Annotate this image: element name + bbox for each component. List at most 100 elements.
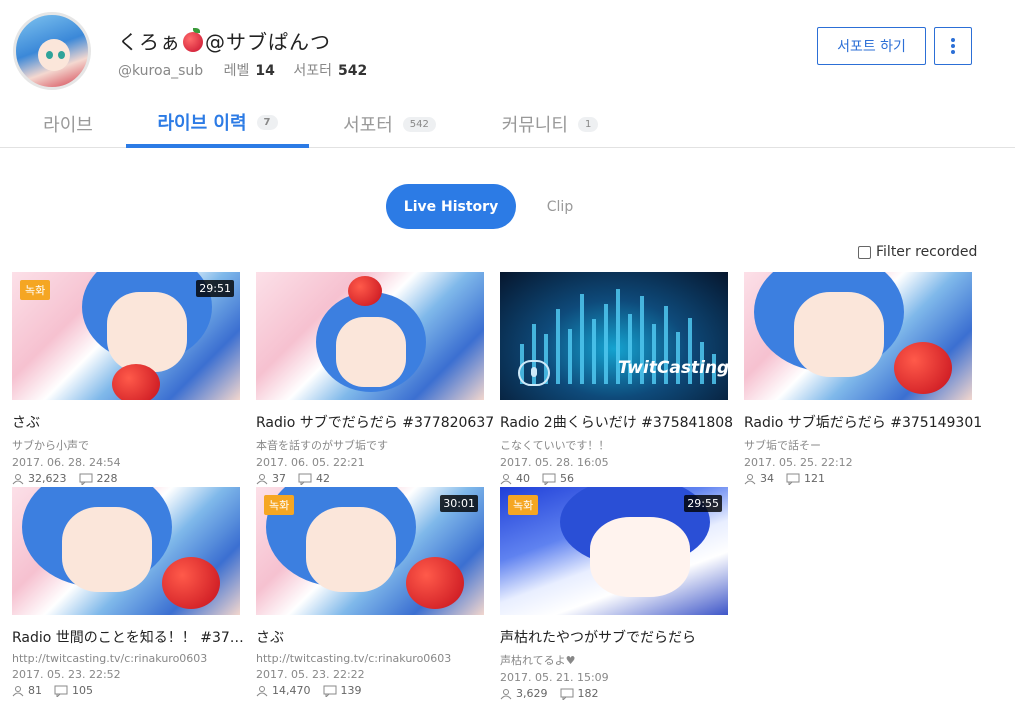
subtab-clip[interactable]: Clip [526,184,594,229]
video-date: 2017. 05. 21. 15:09 [500,671,609,684]
viewer-icon [256,685,268,696]
recorded-badge: 녹화 [508,495,539,515]
comment-count: 182 [577,687,599,700]
comment-icon [298,473,312,485]
profile-handle: @kuroa_sub [118,63,204,79]
video-description: サブ垢で話そー [744,439,821,452]
comment-count: 139 [340,684,362,697]
view-count: 3,629 [516,687,548,700]
tab-live-history-count: 7 [256,114,278,130]
tab-community-count: 1 [577,116,599,132]
video-title[interactable]: Radio 世間のことを知る！！ #374... [12,627,252,647]
tab-supporters-label: 서포터 [343,115,393,136]
supporter-label: 서포터 [293,63,332,79]
video-date: 2017. 06. 28. 24:54 [12,456,121,469]
video-thumbnail[interactable] [744,272,972,400]
tab-community-label: 커뮤니티 [501,115,568,136]
more-options-button[interactable] [934,27,972,65]
video-thumbnail[interactable]: 녹화 30:01 [256,487,484,615]
view-count: 81 [28,684,42,697]
video-title[interactable]: Radio サブでだらだら #377820637 [256,412,496,432]
view-count: 37 [272,472,286,485]
tab-supporters[interactable]: 서포터 542 [327,100,452,148]
video-thumbnail[interactable]: TwitCasting [500,272,728,400]
profile-name: くろぁ @サブぱんつ [118,26,331,55]
comment-count: 105 [72,684,93,697]
tab-supporters-count: 542 [402,116,436,132]
video-description: http://twitcasting.tv/c:rinakuro0603 [12,652,208,665]
profile-avatar[interactable] [13,12,91,90]
video-description: 声枯れてるよ♥ [500,654,576,667]
video-title[interactable]: さぶ [256,627,496,647]
duration-badge: 29:55 [684,495,722,512]
supporter-count: 542 [338,63,368,79]
tab-live-history[interactable]: 라이브 이력 7 [126,100,309,148]
tab-live-history-label: 라이브 이력 [157,113,247,134]
recorded-badge: 녹화 [264,495,295,515]
video-thumbnail[interactable]: 녹화 29:51 [12,272,240,400]
profile-header: くろぁ @サブぱんつ @kuroa_sub 레벨 14 서포터 542 서포트 하기 [0,0,1015,100]
video-card[interactable]: Radio 世間のことを知る！！ #374... http://twitcast… [12,487,252,697]
video-card[interactable]: 녹화 29:55 声枯れたやつがサブでだらだら 声枯れてるよ♥ 2017. 05… [500,487,728,700]
filter-recorded-label: Filter recorded [876,244,978,260]
filter-recorded-checkbox[interactable] [858,245,871,259]
comment-icon [79,473,92,485]
video-card[interactable]: TwitCasting Radio 2曲くらいだけ #375841808 こなく… [500,272,733,485]
comment-icon [542,473,556,485]
video-title[interactable]: さぶ [12,412,252,432]
view-count: 14,470 [272,684,311,697]
view-count: 32,623 [28,472,67,485]
video-card[interactable]: 녹화 30:01 さぶ http://twitcasting.tv/c:rina… [256,487,484,697]
video-date: 2017. 05. 23. 22:52 [12,668,121,681]
video-date: 2017. 05. 23. 22:22 [256,668,365,681]
comment-icon [560,688,573,700]
viewer-icon [744,473,756,484]
tab-community[interactable]: 커뮤니티 1 [485,100,615,148]
video-thumbnail[interactable] [12,487,240,615]
video-stats: 14,470 139 [256,684,484,697]
video-date: 2017. 06. 05. 22:21 [256,456,365,469]
avatar-face [38,39,70,71]
level-label: 레벨 [223,63,250,79]
support-button[interactable]: 서포트 하기 [817,27,926,65]
video-stats: 37 42 [256,472,484,485]
video-card[interactable]: 녹화 29:51 さぶ サブから小声で 2017. 06. 28. 24:54 … [12,272,240,485]
subtab-live-history[interactable]: Live History [386,184,516,229]
comment-icon [786,473,800,485]
video-stats: 40 56 [500,472,728,485]
avatar-eye-left [46,51,53,59]
video-stats: 3,629 182 [500,687,728,700]
viewer-icon [500,688,512,699]
video-description: サブから小声で [12,439,89,452]
comment-icon [323,685,336,697]
viewer-icon [12,473,24,484]
video-thumbnail[interactable]: 녹화 29:55 [500,487,728,615]
filter-recorded[interactable]: Filter recorded [858,244,977,260]
profile-name-pre: くろぁ [118,30,181,54]
view-count: 40 [516,472,530,485]
kebab-menu-icon [951,38,955,54]
video-title[interactable]: Radio 2曲くらいだけ #375841808 [500,412,740,432]
profile-meta: @kuroa_sub 레벨 14 서포터 542 [118,60,381,80]
tab-live[interactable]: 라이브 [26,100,110,148]
video-card[interactable]: Radio サブ垢だらだら #375149301 サブ垢で話そー 2017. 0… [744,272,982,485]
profile-name-post: @サブぱんつ [205,30,331,54]
video-title[interactable]: Radio サブ垢だらだら #375149301 [744,412,984,432]
viewer-icon [12,685,24,696]
comment-count: 56 [560,472,574,485]
video-title[interactable]: 声枯れたやつがサブでだらだら [500,627,740,647]
comment-count: 121 [804,472,825,485]
apple-icon [183,28,203,52]
recorded-badge: 녹화 [20,280,51,300]
video-thumbnail[interactable] [256,272,484,400]
thumbnail-brand-text: TwitCasting [618,358,728,378]
profile-tabs: 라이브 라이브 이력 7 서포터 542 커뮤니티 1 [0,100,1015,148]
video-stats: 34 121 [744,472,972,485]
video-card[interactable]: Radio サブでだらだら #377820637 本音を話すのがサブ垢です 20… [256,272,494,485]
microphone-icon [518,360,550,386]
duration-badge: 30:01 [440,495,478,512]
viewer-icon [256,473,268,484]
video-date: 2017. 05. 28. 16:05 [500,456,609,469]
video-description: 本音を話すのがサブ垢です [256,439,388,452]
comment-count: 42 [316,472,330,485]
